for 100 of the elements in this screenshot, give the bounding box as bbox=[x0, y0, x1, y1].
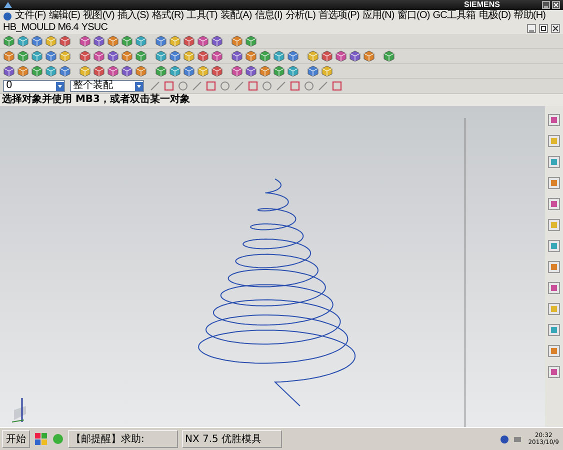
cube-icon[interactable] bbox=[121, 65, 133, 77]
snap-icon[interactable] bbox=[163, 80, 175, 92]
cube-icon[interactable] bbox=[307, 65, 319, 77]
cube-icon[interactable] bbox=[121, 35, 133, 47]
menu-item[interactable]: 编辑(E) bbox=[48, 10, 80, 22]
menu-item[interactable]: 帮助(H) bbox=[514, 10, 546, 22]
menu-item[interactable]: 装配(A) bbox=[220, 10, 252, 22]
resource-tab-icon[interactable] bbox=[548, 114, 560, 126]
menu-item[interactable]: 格式(R) bbox=[152, 10, 184, 22]
start-button[interactable]: 开始 bbox=[2, 430, 30, 448]
cube-icon[interactable] bbox=[79, 65, 91, 77]
menu-item[interactable]: 电极(D) bbox=[478, 10, 511, 22]
close-icon[interactable] bbox=[552, 1, 560, 9]
cube-icon[interactable] bbox=[245, 35, 257, 47]
cube-icon[interactable] bbox=[169, 65, 181, 77]
menu-item[interactable]: 视图(V) bbox=[83, 10, 114, 22]
cube-icon[interactable] bbox=[211, 65, 223, 77]
resource-tab-icon[interactable] bbox=[548, 282, 560, 294]
menu-item[interactable]: 首选项(P) bbox=[318, 10, 360, 22]
snap-icon[interactable] bbox=[233, 80, 245, 92]
cube-icon[interactable] bbox=[93, 35, 105, 47]
filter-dropdown[interactable]: 0 bbox=[3, 80, 65, 92]
taskbar-button[interactable]: 【邮提醒】求助: bbox=[68, 430, 178, 448]
resource-tab-icon[interactable] bbox=[548, 198, 560, 210]
cube-icon[interactable] bbox=[259, 50, 271, 62]
snap-icon[interactable] bbox=[219, 80, 231, 92]
taskbar-button[interactable]: NX 7.5 优胜模具 bbox=[182, 430, 282, 448]
menu-item[interactable]: 工具(T) bbox=[186, 10, 218, 22]
windows-logo-icon[interactable] bbox=[34, 432, 48, 446]
cube-icon[interactable] bbox=[169, 35, 181, 47]
cube-icon[interactable] bbox=[135, 65, 147, 77]
cube-icon[interactable] bbox=[93, 65, 105, 77]
snap-icon[interactable] bbox=[331, 80, 343, 92]
cube-icon[interactable] bbox=[211, 35, 223, 47]
cube-icon[interactable] bbox=[335, 50, 347, 62]
cube-icon[interactable] bbox=[231, 65, 243, 77]
restore-icon[interactable] bbox=[539, 24, 548, 32]
snap-icon[interactable] bbox=[205, 80, 217, 92]
resource-tab-icon[interactable] bbox=[548, 366, 560, 378]
cube-icon[interactable] bbox=[197, 65, 209, 77]
cube-icon[interactable] bbox=[79, 35, 91, 47]
cube-icon[interactable] bbox=[79, 50, 91, 62]
menu-item[interactable]: 窗口(O) bbox=[397, 10, 430, 22]
dropdown-caret-icon[interactable] bbox=[135, 82, 143, 90]
menu-item[interactable]: HB_MOULD M6.4 bbox=[3, 22, 78, 34]
cube-icon[interactable] bbox=[93, 50, 105, 62]
cube-icon[interactable] bbox=[45, 35, 57, 47]
cube-icon[interactable] bbox=[59, 35, 71, 47]
cube-icon[interactable] bbox=[211, 50, 223, 62]
cube-icon[interactable] bbox=[3, 65, 15, 77]
cube-icon[interactable] bbox=[59, 50, 71, 62]
cube-icon[interactable] bbox=[107, 35, 119, 47]
snap-icon[interactable] bbox=[247, 80, 259, 92]
cube-icon[interactable] bbox=[45, 65, 57, 77]
snap-icon[interactable] bbox=[275, 80, 287, 92]
cube-icon[interactable] bbox=[155, 50, 167, 62]
cube-icon[interactable] bbox=[3, 50, 15, 62]
cube-icon[interactable] bbox=[183, 65, 195, 77]
close-icon[interactable] bbox=[551, 24, 560, 32]
cube-icon[interactable] bbox=[31, 50, 43, 62]
minimize-icon[interactable] bbox=[542, 1, 550, 9]
cube-icon[interactable] bbox=[321, 50, 333, 62]
minimize-icon[interactable] bbox=[527, 24, 536, 32]
cube-icon[interactable] bbox=[245, 50, 257, 62]
cube-icon[interactable] bbox=[363, 50, 375, 62]
menu-item[interactable]: 文件(F) bbox=[15, 10, 46, 22]
cube-icon[interactable] bbox=[45, 50, 57, 62]
menu-item[interactable]: 信息(I) bbox=[254, 10, 282, 22]
cube-icon[interactable] bbox=[245, 65, 257, 77]
cube-icon[interactable] bbox=[231, 35, 243, 47]
cube-icon[interactable] bbox=[17, 50, 29, 62]
snap-icon[interactable] bbox=[149, 80, 161, 92]
snap-icon[interactable] bbox=[317, 80, 329, 92]
dropdown-caret-icon[interactable] bbox=[56, 82, 64, 90]
cube-icon[interactable] bbox=[183, 50, 195, 62]
cube-icon[interactable] bbox=[59, 65, 71, 77]
snap-icon[interactable] bbox=[191, 80, 203, 92]
cube-icon[interactable] bbox=[307, 50, 319, 62]
cube-icon[interactable] bbox=[321, 65, 333, 77]
cube-icon[interactable] bbox=[31, 35, 43, 47]
cube-icon[interactable] bbox=[107, 65, 119, 77]
cube-icon[interactable] bbox=[273, 65, 285, 77]
cube-icon[interactable] bbox=[183, 35, 195, 47]
cube-icon[interactable] bbox=[383, 50, 395, 62]
cube-icon[interactable] bbox=[135, 50, 147, 62]
cube-icon[interactable] bbox=[107, 50, 119, 62]
cube-icon[interactable] bbox=[135, 35, 147, 47]
cube-icon[interactable] bbox=[31, 65, 43, 77]
cube-icon[interactable] bbox=[169, 50, 181, 62]
cube-icon[interactable] bbox=[155, 65, 167, 77]
menu-item[interactable]: GC工具箱 bbox=[432, 10, 476, 22]
snap-icon[interactable] bbox=[289, 80, 301, 92]
cube-icon[interactable] bbox=[3, 35, 15, 47]
cube-icon[interactable] bbox=[121, 50, 133, 62]
snap-icon[interactable] bbox=[303, 80, 315, 92]
cube-icon[interactable] bbox=[197, 50, 209, 62]
menu-item[interactable]: YSUC bbox=[81, 22, 108, 34]
menu-item[interactable]: 分析(L) bbox=[285, 10, 316, 22]
cube-icon[interactable] bbox=[349, 50, 361, 62]
cube-icon[interactable] bbox=[231, 50, 243, 62]
